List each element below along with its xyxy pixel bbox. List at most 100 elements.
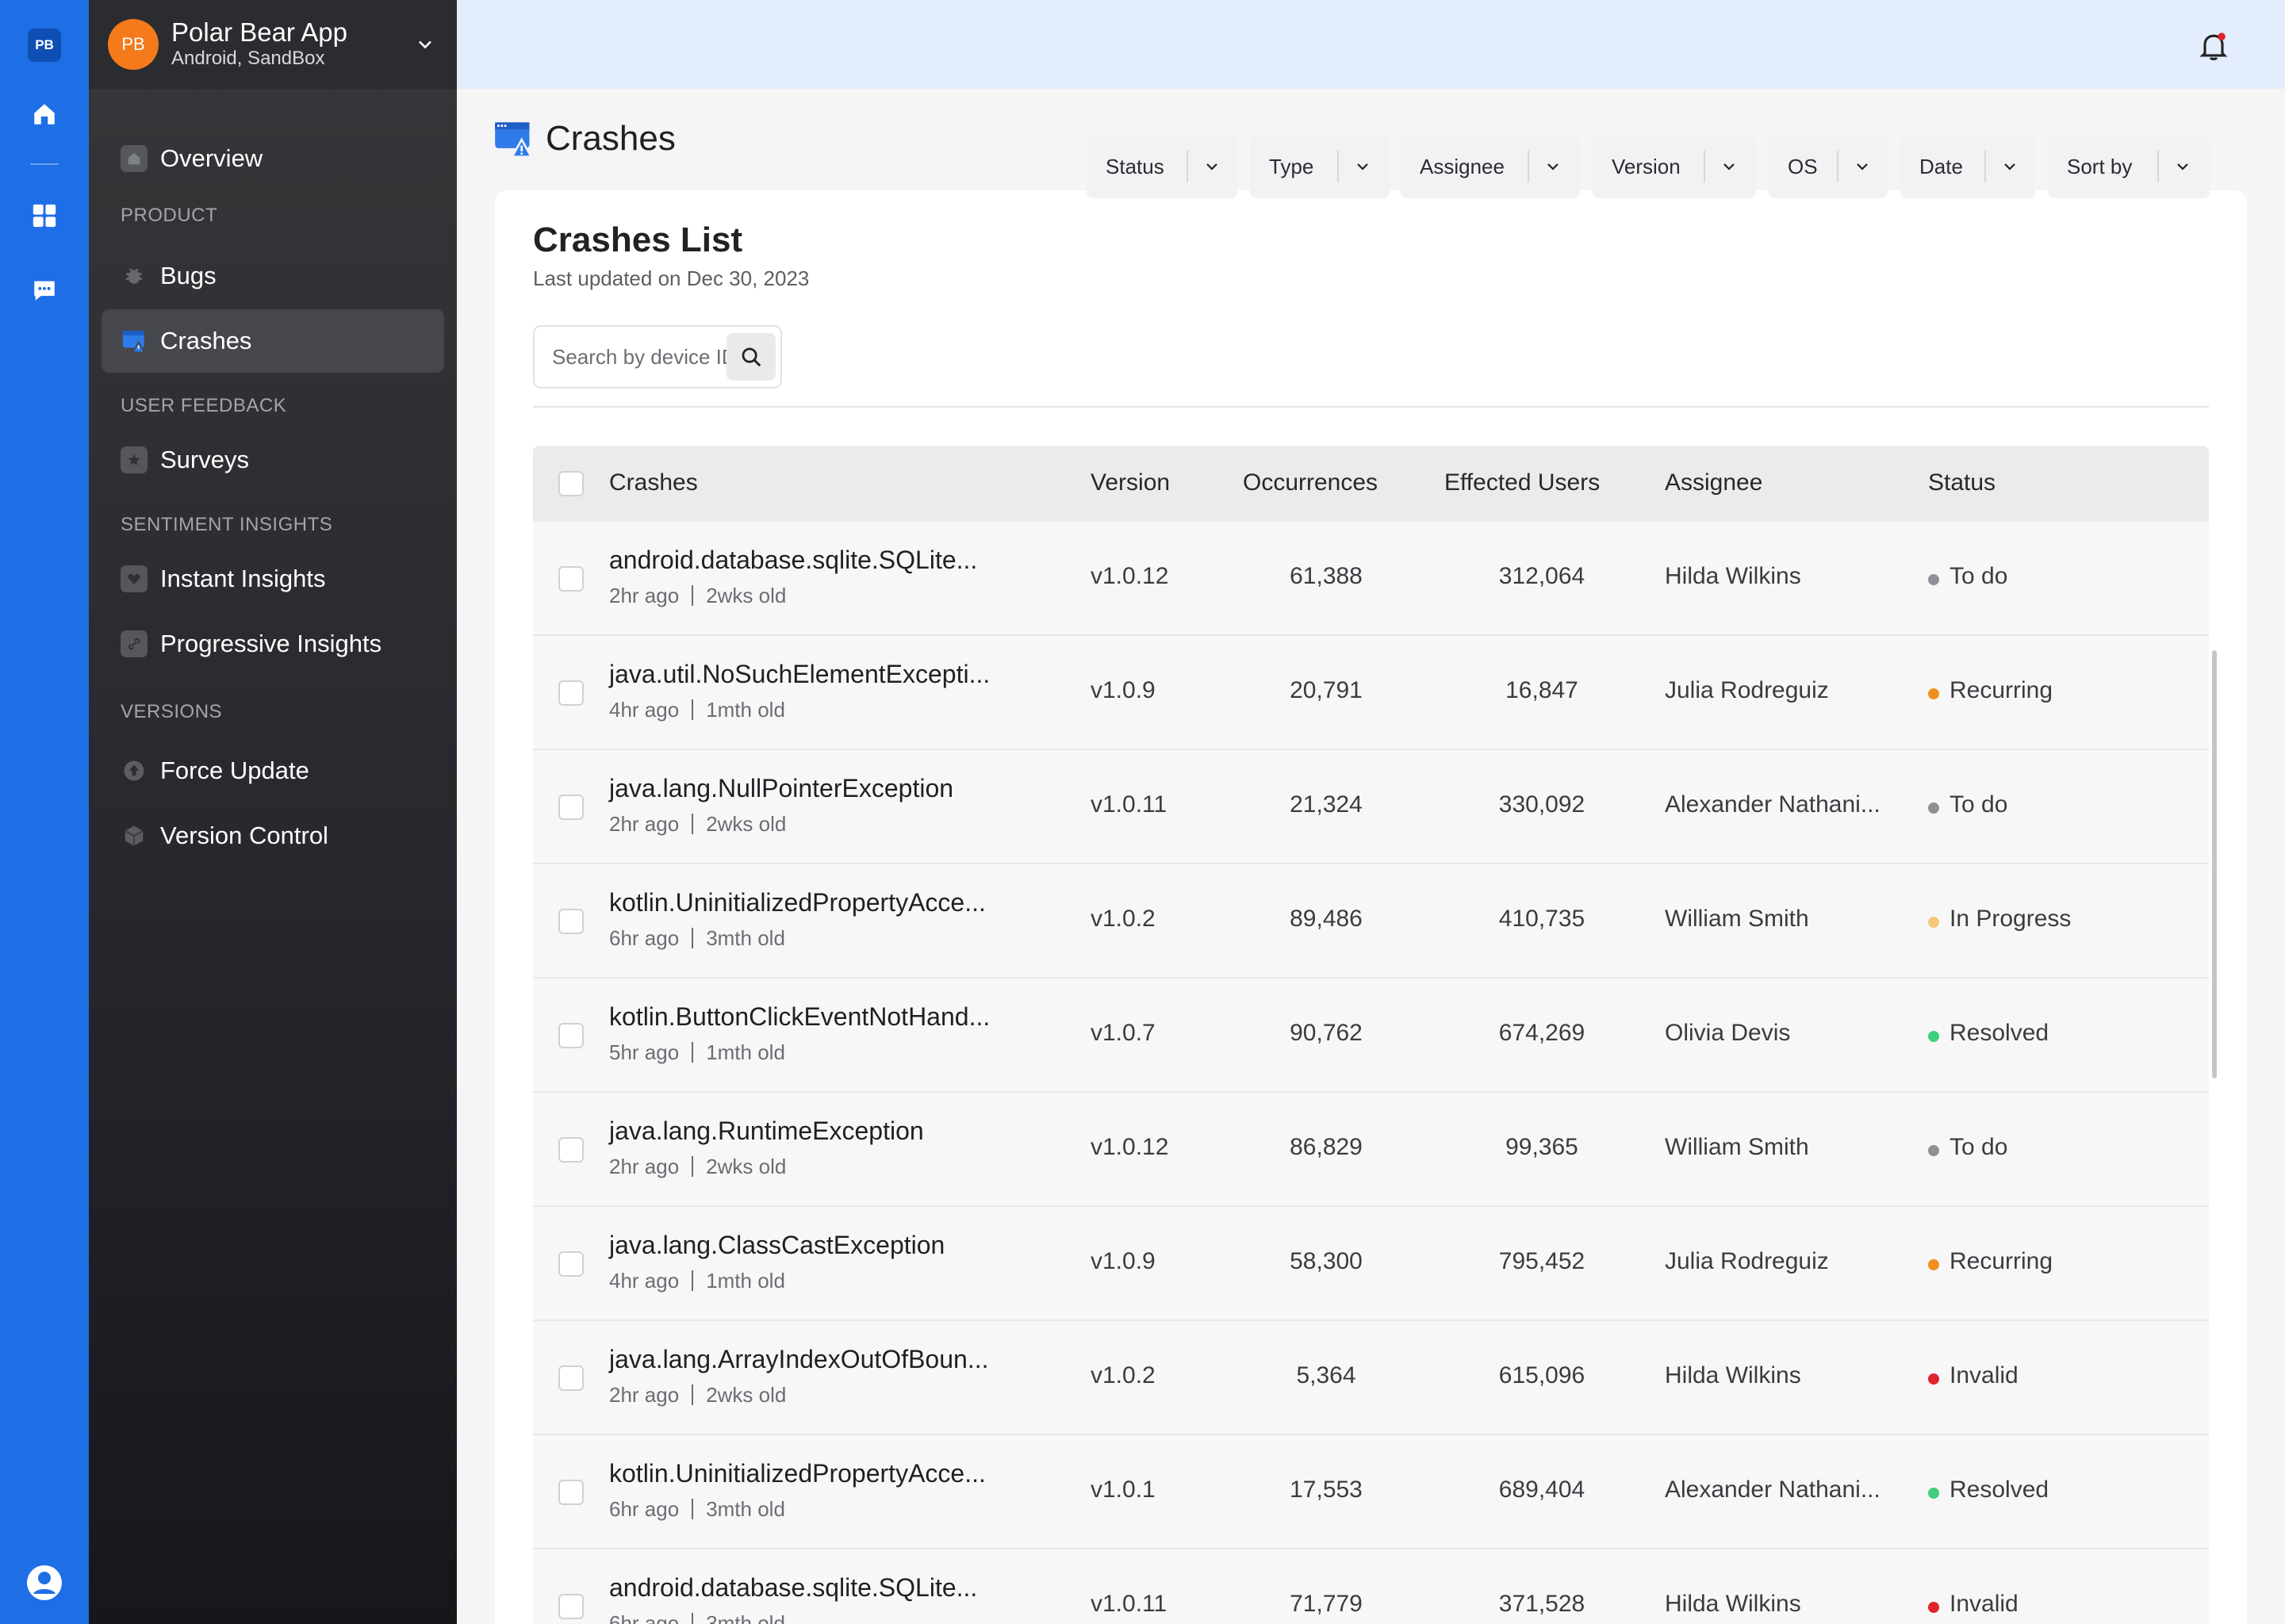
- sidebar-item-progressive-insights[interactable]: Progressive Insights: [102, 612, 444, 676]
- status-dot: [1928, 1602, 1939, 1613]
- row-checkbox[interactable]: [558, 795, 584, 820]
- status-badge[interactable]: Resolved: [1950, 1477, 2049, 1503]
- crash-assignee[interactable]: William Smith: [1665, 906, 1809, 933]
- sort-by-dropdown[interactable]: Sort by: [2048, 135, 2210, 198]
- table-row[interactable]: android.database.sqlite.SQLite... 2hr ago…: [533, 522, 2209, 636]
- app-rail: PB: [0, 0, 89, 1624]
- column-header-occurrences[interactable]: Occurrences: [1243, 469, 1378, 496]
- filter-os-dropdown[interactable]: OS: [1769, 135, 1888, 198]
- apps-grid-icon[interactable]: [29, 200, 60, 232]
- filter-version-dropdown[interactable]: Version: [1593, 135, 1756, 198]
- row-checkbox[interactable]: [558, 909, 584, 934]
- sidebar-item-version-control[interactable]: Version Control: [102, 804, 444, 868]
- status-badge[interactable]: In Progress: [1950, 906, 2071, 933]
- table-row[interactable]: android.database.sqlite.SQLite... 6hr ago…: [533, 1549, 2209, 1624]
- table-row[interactable]: java.lang.NullPointerException 2hr ago 2wk…: [533, 750, 2209, 864]
- table-row[interactable]: java.lang.ArrayIndexOutOfBoun... 2hr ago 2…: [533, 1321, 2209, 1435]
- chevron-down-icon[interactable]: [414, 33, 436, 56]
- crash-name[interactable]: java.util.NoSuchElementExcepti...: [609, 660, 990, 689]
- status-badge[interactable]: To do: [1950, 1134, 2007, 1161]
- crash-assignee[interactable]: Hilda Wilkins: [1665, 1591, 1801, 1618]
- nav-section-sentiment-insights: SENTIMENT INSIGHTS: [121, 514, 333, 535]
- status-dot: [1928, 1031, 1939, 1042]
- column-header-version[interactable]: Version: [1091, 469, 1170, 496]
- sidebar-item-overview[interactable]: Overview: [102, 127, 444, 190]
- app-switcher[interactable]: PB Polar Bear App Android, SandBox: [89, 0, 457, 89]
- table-row[interactable]: kotlin.UninitializedPropertyAcce... 6hr a…: [533, 1435, 2209, 1549]
- crash-first-seen: 2wks old: [706, 1383, 787, 1407]
- crash-effected-users: 312,064: [1498, 563, 1585, 589]
- crash-assignee[interactable]: Hilda Wilkins: [1665, 563, 1801, 590]
- crash-name[interactable]: java.lang.ArrayIndexOutOfBoun...: [609, 1345, 988, 1374]
- row-checkbox[interactable]: [558, 566, 584, 592]
- filter-label: Assignee: [1420, 154, 1505, 178]
- crash-name[interactable]: kotlin.UninitializedPropertyAcce...: [609, 1459, 986, 1488]
- filter-assignee-dropdown[interactable]: Assignee: [1401, 135, 1580, 198]
- chevron-down-icon: [2004, 163, 2015, 170]
- crash-assignee[interactable]: Julia Rodreguiz: [1665, 677, 1829, 704]
- filter-date-dropdown[interactable]: Date: [1900, 135, 2035, 198]
- notification-bell-icon[interactable]: [2196, 29, 2231, 63]
- table-scrollbar[interactable]: [2212, 650, 2217, 1078]
- status-badge[interactable]: Recurring: [1950, 1248, 2053, 1275]
- sidebar-item-crashes[interactable]: Crashes: [102, 309, 444, 373]
- row-checkbox[interactable]: [558, 1594, 584, 1619]
- crash-meta: 2hr ago 2wks old: [609, 584, 786, 608]
- status-badge[interactable]: To do: [1950, 563, 2007, 590]
- link-icon: [121, 630, 148, 657]
- row-checkbox[interactable]: [558, 1137, 584, 1162]
- crash-name[interactable]: java.lang.ClassCastException: [609, 1231, 945, 1260]
- crash-first-seen: 2wks old: [706, 584, 787, 607]
- sidebar-item-force-update[interactable]: Force Update: [102, 739, 444, 802]
- row-checkbox[interactable]: [558, 1480, 584, 1505]
- row-checkbox[interactable]: [558, 680, 584, 706]
- crash-assignee[interactable]: Alexander Nathani...: [1665, 791, 1881, 818]
- crash-assignee[interactable]: Olivia Devis: [1665, 1020, 1790, 1047]
- table-row[interactable]: java.lang.RuntimeException 2hr ago 2wks ol…: [533, 1093, 2209, 1207]
- crash-name[interactable]: android.database.sqlite.SQLite...: [609, 1573, 977, 1603]
- status-badge[interactable]: To do: [1950, 791, 2007, 818]
- crash-name[interactable]: android.database.sqlite.SQLite...: [609, 546, 977, 575]
- filter-status-dropdown-main[interactable]: Status: [1087, 135, 1237, 198]
- status-badge[interactable]: Resolved: [1950, 1020, 2049, 1047]
- column-header-effected-users[interactable]: Effected Users: [1444, 469, 1600, 496]
- column-header-status[interactable]: Status: [1928, 469, 1996, 496]
- crash-occurrences: 21,324: [1290, 791, 1363, 818]
- crash-assignee[interactable]: Hilda Wilkins: [1665, 1362, 1801, 1389]
- crash-effected-users: 689,404: [1498, 1477, 1585, 1503]
- profile-icon[interactable]: [25, 1564, 63, 1602]
- chat-icon[interactable]: [29, 274, 60, 306]
- crash-name[interactable]: kotlin.ButtonClickEventNotHand...: [609, 1002, 990, 1032]
- crash-age: 5hr ago: [609, 1040, 680, 1064]
- table-row[interactable]: kotlin.UninitializedPropertyAcce... 6hr a…: [533, 864, 2209, 979]
- filter-label: Date: [1919, 154, 1963, 178]
- status-badge[interactable]: Recurring: [1950, 677, 2053, 704]
- status-badge[interactable]: Invalid: [1950, 1591, 2019, 1618]
- crash-name[interactable]: java.lang.RuntimeException: [609, 1116, 924, 1146]
- table-row[interactable]: java.util.NoSuchElementExcepti... 4hr ago…: [533, 636, 2209, 750]
- workspace-logo[interactable]: PB: [28, 29, 61, 62]
- sidebar-item-instant-insights[interactable]: Instant Insights: [102, 547, 444, 611]
- crash-assignee[interactable]: Alexander Nathani...: [1665, 1477, 1881, 1503]
- crash-assignee[interactable]: Julia Rodreguiz: [1665, 1248, 1829, 1275]
- column-header-crashes[interactable]: Crashes: [609, 469, 698, 496]
- row-checkbox[interactable]: [558, 1251, 584, 1277]
- row-checkbox[interactable]: [558, 1365, 584, 1391]
- home-icon[interactable]: [29, 98, 60, 130]
- crash-meta: 4hr ago 1mth old: [609, 698, 785, 722]
- status-badge[interactable]: Invalid: [1950, 1362, 2019, 1389]
- filter-type-dropdown[interactable]: Type: [1250, 135, 1390, 198]
- crash-assignee[interactable]: William Smith: [1665, 1134, 1809, 1161]
- sidebar-item-surveys[interactable]: Surveys: [102, 428, 444, 492]
- crashes-table: Crashes Version Occurrences Effected Use…: [495, 190, 2247, 1624]
- table-row[interactable]: java.lang.ClassCastException 4hr ago 1mth …: [533, 1207, 2209, 1321]
- crash-version: v1.0.1: [1091, 1477, 1156, 1503]
- column-header-assignee[interactable]: Assignee: [1665, 469, 1762, 496]
- table-row[interactable]: kotlin.ButtonClickEventNotHand... 5hr ago…: [533, 979, 2209, 1093]
- crash-meta: 6hr ago 3mth old: [609, 926, 785, 951]
- row-checkbox[interactable]: [558, 1023, 584, 1048]
- crash-name[interactable]: java.lang.NullPointerException: [609, 774, 953, 803]
- crash-name[interactable]: kotlin.UninitializedPropertyAcce...: [609, 888, 986, 917]
- sidebar-item-bugs[interactable]: Bugs: [102, 244, 444, 308]
- select-all-checkbox[interactable]: [558, 471, 584, 496]
